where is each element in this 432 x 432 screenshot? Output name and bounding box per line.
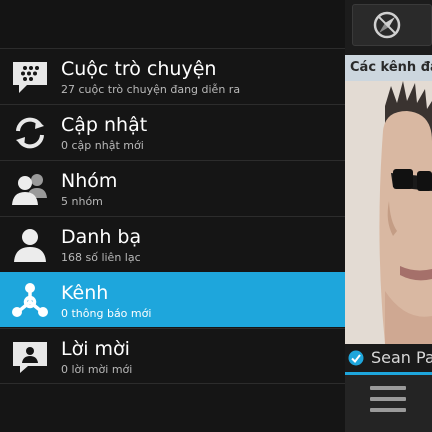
top-strip bbox=[0, 0, 345, 48]
menu-item-label: Danh bạ bbox=[61, 226, 142, 248]
panel-toolbar bbox=[345, 0, 432, 50]
menu-item-subtitle: 168 số liên lạc bbox=[61, 251, 141, 264]
channels-header: Các kênh đã bbox=[345, 55, 432, 81]
panel-bottom-bar bbox=[345, 375, 432, 432]
side-menu: Cuộc trò chuyện 27 cuộc trò chuyện đang … bbox=[0, 48, 345, 432]
group-icon bbox=[10, 169, 50, 209]
menu-item-label: Lời mời bbox=[61, 338, 130, 360]
refresh-icon bbox=[10, 113, 50, 153]
contact-icon bbox=[10, 225, 50, 265]
menu-item-channels[interactable]: Kênh 0 thông báo mới bbox=[0, 272, 345, 327]
menu-item-subtitle: 27 cuộc trò chuyện đang diễn ra bbox=[61, 83, 241, 96]
menu-item-label: Kênh bbox=[61, 282, 109, 304]
featured-channel-image[interactable] bbox=[345, 81, 432, 344]
menu-item-label: Cuộc trò chuyện bbox=[61, 58, 217, 80]
channel-icon bbox=[10, 281, 50, 321]
menu-item-contacts[interactable]: Danh bạ 168 số liên lạc bbox=[0, 216, 345, 271]
menu-item-label: Nhóm bbox=[61, 170, 118, 192]
channels-panel: Các kênh đã Sean Pa bbox=[345, 0, 432, 432]
menu-item-invites[interactable]: Lời mời 0 lời mời mới bbox=[0, 328, 345, 383]
channels-header-title: Các kênh đã bbox=[350, 60, 432, 75]
menu-item-updates[interactable]: Cập nhật 0 cập nhật mới bbox=[0, 104, 345, 159]
menu-item-subtitle: 0 cập nhật mới bbox=[61, 139, 144, 152]
chat-bubble-icon bbox=[10, 57, 50, 97]
check-icon bbox=[348, 350, 364, 366]
compass-icon bbox=[373, 11, 401, 39]
featured-channel-name: Sean Pa bbox=[371, 348, 432, 367]
menu-item-subtitle: 5 nhóm bbox=[61, 195, 103, 208]
menu-item-label: Cập nhật bbox=[61, 114, 148, 136]
invite-icon bbox=[10, 337, 50, 377]
menu-item-groups[interactable]: Nhóm 5 nhóm bbox=[0, 160, 345, 215]
hamburger-menu-icon[interactable] bbox=[370, 386, 406, 418]
compass-button[interactable] bbox=[352, 4, 432, 46]
menu-item-subtitle: 0 lời mời mới bbox=[61, 363, 133, 376]
featured-channel-bar[interactable]: Sean Pa bbox=[345, 344, 432, 372]
divider bbox=[0, 383, 345, 384]
menu-item-subtitle: 0 thông báo mới bbox=[61, 307, 152, 320]
menu-item-chats[interactable]: Cuộc trò chuyện 27 cuộc trò chuyện đang … bbox=[0, 48, 345, 103]
